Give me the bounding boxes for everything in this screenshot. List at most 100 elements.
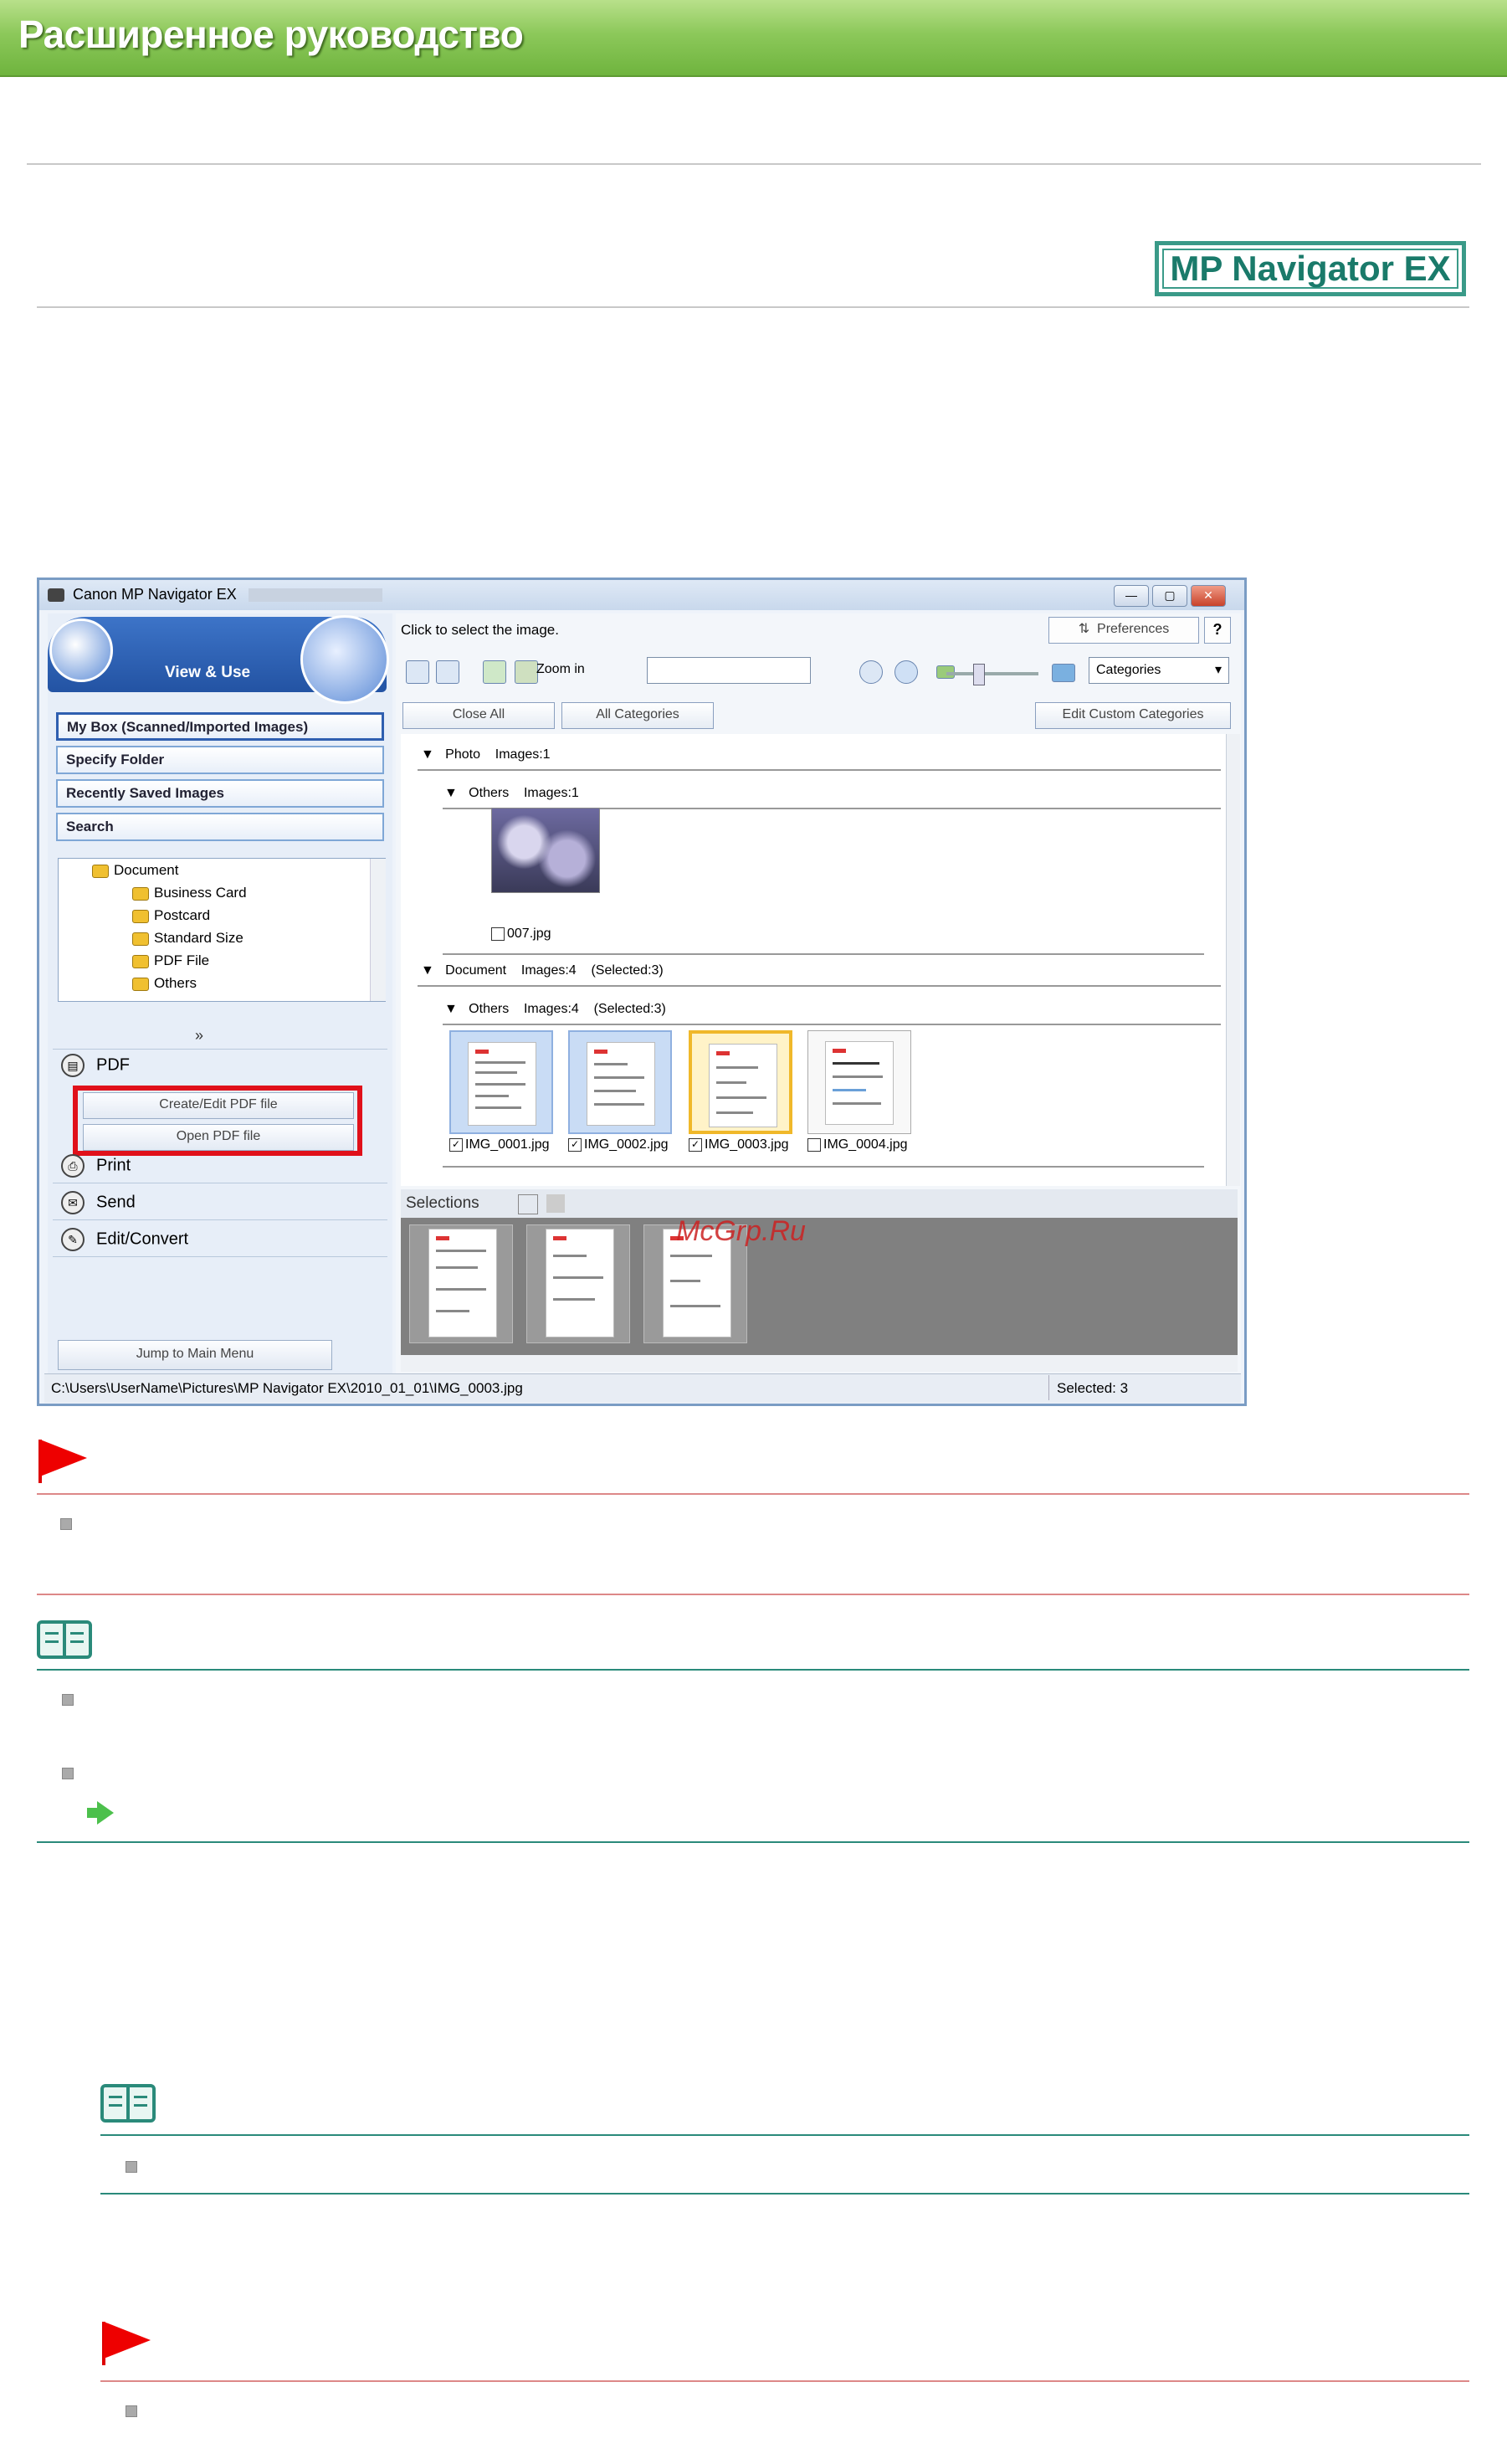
create-edit-pdf-button[interactable]: Create/Edit PDF file <box>83 1092 354 1119</box>
select-all-icon[interactable] <box>406 660 429 684</box>
view-use-icon <box>300 615 389 704</box>
task-send[interactable]: ✉ Send <box>61 1191 136 1214</box>
search-icon[interactable] <box>859 660 883 684</box>
header-banner: Расширенное руководство <box>0 0 1507 77</box>
collapse-chevron-icon[interactable]: » <box>195 1027 203 1045</box>
search-input[interactable] <box>647 657 811 684</box>
maximize-button[interactable]: ▢ <box>1152 585 1187 607</box>
photo-thumbnail[interactable] <box>491 808 600 893</box>
minimize-button[interactable]: — <box>1114 585 1149 607</box>
divider <box>27 163 1481 165</box>
status-selected-count: Selected: 3 <box>1057 1380 1129 1396</box>
selections-clear-icon[interactable] <box>546 1194 565 1213</box>
selection-thumbnail-1[interactable] <box>409 1224 513 1343</box>
task-print[interactable]: ⎙ Print <box>61 1154 131 1178</box>
window-title: Canon MP Navigator EX <box>73 586 237 603</box>
jump-main-menu-button[interactable]: Jump to Main Menu <box>58 1340 332 1370</box>
help-button[interactable]: ? <box>1204 617 1231 644</box>
edit-custom-categories-button[interactable]: Edit Custom Categories <box>1035 702 1231 729</box>
folder-icon <box>132 977 149 991</box>
tree-item-document[interactable]: Document <box>92 862 178 879</box>
print-icon: ⎙ <box>61 1154 85 1178</box>
important-note <box>37 1493 1469 1595</box>
note-book-icon <box>37 1620 92 1659</box>
tree-scrollbar[interactable] <box>370 859 386 1001</box>
doc-caption-4[interactable]: IMG_0004.jpg <box>807 1137 908 1152</box>
selection-thumbnail-2[interactable] <box>526 1224 630 1343</box>
selections-grid-icon[interactable] <box>518 1194 538 1214</box>
folder-tree[interactable]: Document Business Card Postcard Standard… <box>58 858 386 1002</box>
folder-icon <box>132 886 149 901</box>
folder-icon <box>132 932 149 946</box>
close-button[interactable]: ✕ <box>1191 585 1226 607</box>
tree-item-others[interactable]: Others <box>132 975 197 992</box>
zoom-in-icon[interactable] <box>515 660 538 684</box>
photo-caption[interactable]: 007.jpg <box>491 927 551 942</box>
nav-search[interactable]: Search <box>56 813 384 841</box>
scan-icon[interactable] <box>49 619 113 682</box>
doc-thumbnail-3[interactable] <box>689 1030 792 1134</box>
doc-caption-3[interactable]: ✓ IMG_0003.jpg <box>689 1137 789 1152</box>
checkbox-checked[interactable]: ✓ <box>449 1137 463 1152</box>
checkbox-checked[interactable]: ✓ <box>689 1137 702 1152</box>
open-pdf-button[interactable]: Open PDF file <box>83 1124 354 1151</box>
nav-specify-folder[interactable]: Specify Folder <box>56 746 384 774</box>
checkbox[interactable] <box>807 1137 821 1152</box>
folder-icon <box>132 909 149 923</box>
refresh-icon[interactable] <box>894 660 918 684</box>
doc-caption-1[interactable]: ✓ IMG_0001.jpg <box>449 1137 550 1152</box>
doc-thumbnail-4[interactable] <box>807 1030 911 1134</box>
group-document-others[interactable]: ▼ Others Images:4 (Selected:3) <box>444 1002 666 1017</box>
tree-item-business-card[interactable]: Business Card <box>132 885 247 901</box>
task-pdf[interactable]: ▤ PDF <box>61 1054 130 1077</box>
large-thumbnail-icon[interactable] <box>1052 664 1075 682</box>
vertical-scrollbar[interactable] <box>1226 734 1240 1186</box>
mp-navigator-logo: MP Navigator EX <box>1155 241 1466 296</box>
categories-select[interactable]: Categories ▾ <box>1089 657 1229 684</box>
nav-my-box[interactable]: My Box (Scanned/Imported Images) <box>56 712 384 741</box>
doc-thumbnail-2[interactable] <box>568 1030 672 1134</box>
group-photo-others[interactable]: ▼ Others Images:1 <box>444 786 579 801</box>
edit-icon: ✎ <box>61 1228 85 1251</box>
close-all-button[interactable]: Close All <box>402 702 555 729</box>
thumbnail-size-slider[interactable] <box>946 672 1038 675</box>
watermark: McGrp.Ru <box>676 1215 806 1247</box>
horizontal-scrollbar[interactable] <box>401 1355 1238 1372</box>
bullet <box>62 1768 74 1779</box>
preferences-icon: ⇅ <box>1078 622 1098 636</box>
all-categories-button[interactable]: All Categories <box>561 702 714 729</box>
divider <box>37 306 1469 308</box>
tree-item-postcard[interactable]: Postcard <box>132 907 210 924</box>
chevron-down-icon: ▾ <box>1214 663 1222 677</box>
checkbox-checked[interactable]: ✓ <box>568 1137 582 1152</box>
slider-thumb[interactable] <box>973 664 985 685</box>
tree-item-pdf-file[interactable]: PDF File <box>132 952 209 969</box>
nav-recently-saved[interactable]: Recently Saved Images <box>56 779 384 808</box>
send-icon: ✉ <box>61 1191 85 1214</box>
bullet <box>126 2405 137 2417</box>
doc-caption-2[interactable]: ✓ IMG_0002.jpg <box>568 1137 669 1152</box>
folder-icon <box>92 864 109 878</box>
status-path: C:\Users\UserName\Pictures\MP Navigator … <box>51 1380 523 1396</box>
bullet <box>126 2161 137 2173</box>
correct-image-icon[interactable] <box>483 660 506 684</box>
app-icon <box>48 588 64 602</box>
selections-area <box>401 1218 1238 1355</box>
task-edit-convert[interactable]: ✎ Edit/Convert <box>61 1228 188 1251</box>
link-arrow-icon[interactable] <box>97 1801 114 1825</box>
doc-thumbnail-1[interactable] <box>449 1030 553 1134</box>
group-photo[interactable]: ▼ Photo Images:1 <box>421 747 551 762</box>
checkbox[interactable] <box>491 927 505 941</box>
note-book-icon <box>100 2084 156 2123</box>
zoom-in-label: Zoom in <box>536 662 585 676</box>
title-bar: Canon MP Navigator EX — ▢ ✕ <box>39 580 1244 610</box>
selections-label: Selections <box>406 1194 479 1212</box>
logo-text: MP Navigator EX <box>1170 249 1451 288</box>
preferences-button[interactable]: ⇅ Preferences <box>1048 617 1199 644</box>
group-document[interactable]: ▼ Document Images:4 (Selected:3) <box>421 963 664 978</box>
grid-view-icon[interactable] <box>436 660 459 684</box>
app-window: Canon MP Navigator EX — ▢ ✕ View & Use M… <box>37 578 1247 1406</box>
bullet <box>60 1518 72 1530</box>
bullet <box>62 1694 74 1706</box>
tree-item-standard-size[interactable]: Standard Size <box>132 930 243 947</box>
